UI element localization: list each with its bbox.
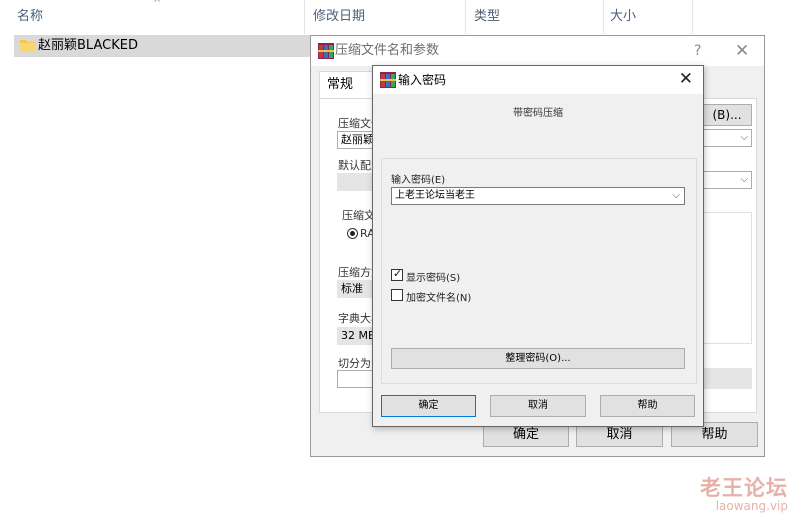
close-icon[interactable]: ✕ xyxy=(679,66,693,93)
column-header-modified[interactable]: 修改日期 xyxy=(305,0,466,34)
split-volumes-field[interactable] xyxy=(337,370,377,388)
column-modified-label: 修改日期 xyxy=(313,9,366,24)
password-value: 上老王论坛当老王 xyxy=(395,190,475,201)
winrar-icon xyxy=(380,72,396,88)
browse-button[interactable]: (B)... xyxy=(702,104,752,126)
sort-ascending-icon: ^ xyxy=(153,0,162,9)
set-password-button[interactable] xyxy=(702,368,752,389)
archive-name-dropdown[interactable]: ⌵ xyxy=(702,129,752,147)
password-cancel-button[interactable]: 取消 xyxy=(490,395,586,417)
chevron-down-icon: ⌵ xyxy=(672,190,680,201)
password-dialog-subtitle: 带密码压缩 xyxy=(513,108,563,119)
file-name: 赵丽颖BLACKED xyxy=(38,38,138,53)
encrypt-filenames-label: 加密文件名(N) xyxy=(406,293,472,304)
profiles-button[interactable] xyxy=(337,173,377,191)
method-dropdown[interactable]: 标准 xyxy=(337,280,377,298)
folder-icon xyxy=(20,40,36,52)
dict-size-dropdown[interactable]: 32 MB xyxy=(337,327,377,345)
column-header-type[interactable]: 类型 xyxy=(466,0,604,34)
winrar-icon xyxy=(318,43,334,59)
update-mode-dropdown[interactable]: ⌵ xyxy=(702,171,752,189)
show-password-label: 显示密码(S) xyxy=(406,273,461,284)
show-password-checkbox[interactable]: ✓ xyxy=(391,267,403,281)
format-rar-radio[interactable] xyxy=(347,228,358,239)
watermark-url: laowang.vip xyxy=(715,499,788,513)
checkmark-icon: ✓ xyxy=(393,267,403,280)
password-dialog-title: 输入密码 xyxy=(398,73,447,87)
chevron-down-icon: ⌵ xyxy=(740,132,748,143)
archive-format-label: 压缩文 xyxy=(342,209,375,222)
archive-dialog-titlebar[interactable]: 压缩文件名和参数 ? ✕ xyxy=(311,36,764,66)
column-size-label: 大小 xyxy=(610,9,637,24)
password-ok-button[interactable]: 确定 xyxy=(381,395,476,417)
enter-password-dialog: 输入密码 ✕ 带密码压缩 输入密码(E) 上老王论坛当老王 ⌵ ✓ 显示密码(S… xyxy=(372,65,704,427)
column-type-label: 类型 xyxy=(474,9,501,24)
tab-general[interactable]: 常规 xyxy=(319,71,374,99)
close-icon[interactable]: ✕ xyxy=(735,36,749,66)
archive-name-field[interactable]: 赵丽颖 xyxy=(337,131,377,149)
encrypt-filenames-checkbox[interactable] xyxy=(391,289,403,301)
file-row[interactable]: 赵丽颖BLACKED xyxy=(14,35,311,57)
help-icon[interactable]: ? xyxy=(694,36,701,66)
archive-dialog-title: 压缩文件名和参数 xyxy=(335,43,440,58)
archive-options-box xyxy=(702,212,752,344)
column-header-size[interactable]: 大小 xyxy=(604,0,693,34)
chevron-down-icon: ⌵ xyxy=(740,174,748,185)
column-name-label: 名称 xyxy=(17,9,44,24)
password-help-button[interactable]: 帮助 xyxy=(600,395,695,417)
enter-password-label: 输入密码(E) xyxy=(391,175,446,186)
password-dialog-titlebar[interactable]: 输入密码 ✕ xyxy=(373,66,703,94)
password-input[interactable]: 上老王论坛当老王 ⌵ xyxy=(391,187,685,205)
organize-passwords-button[interactable]: 整理密码(O)... xyxy=(391,348,685,369)
watermark-text: 老王论坛 xyxy=(700,476,788,500)
